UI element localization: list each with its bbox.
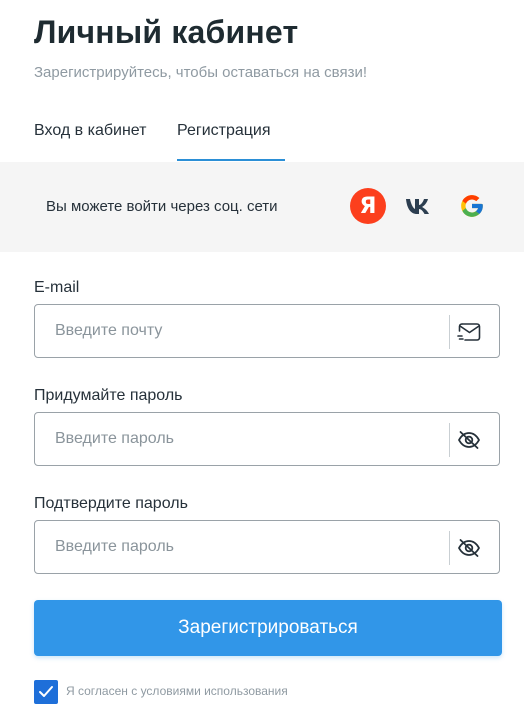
email-label: E-mail	[34, 279, 80, 296]
yandex-login-button[interactable]: Я	[350, 188, 386, 224]
password-label: Придумайте пароль	[34, 387, 183, 404]
mail-icon	[455, 318, 483, 346]
field-divider	[449, 315, 450, 349]
google-login-button[interactable]	[454, 188, 490, 224]
terms-agreement: Я согласен с условиями использования	[34, 680, 494, 704]
page-title: Личный кабинет	[34, 14, 299, 50]
email-input[interactable]	[55, 305, 455, 357]
field-divider	[449, 423, 450, 457]
google-icon	[461, 195, 483, 217]
yandex-icon: Я	[359, 193, 377, 219]
social-login-text: Вы можете войти через соц. сети	[46, 198, 278, 215]
confirm-password-label: Подтвердите пароль	[34, 495, 188, 512]
field-divider	[449, 531, 450, 565]
auth-tabs: Вход в кабинет Регистрация	[34, 120, 494, 162]
password-input[interactable]	[55, 413, 455, 465]
tab-login[interactable]: Вход в кабинет	[34, 122, 146, 160]
active-tab-underline	[177, 159, 285, 161]
confirm-password-field	[34, 520, 500, 574]
eye-off-icon[interactable]	[455, 426, 483, 454]
vk-login-button[interactable]	[402, 188, 438, 224]
password-field	[34, 412, 500, 466]
terms-label: Я согласен с условиями использования	[66, 684, 288, 698]
page-subtitle: Зарегистрируйтесь, чтобы оставаться на с…	[34, 64, 367, 81]
confirm-password-input[interactable]	[55, 521, 455, 573]
eye-off-icon[interactable]	[455, 534, 483, 562]
vk-icon	[406, 199, 429, 214]
email-field	[34, 304, 500, 358]
social-login-panel: Вы можете войти через соц. сети Я	[0, 162, 524, 252]
terms-checkbox[interactable]	[34, 680, 58, 704]
tab-register[interactable]: Регистрация	[177, 122, 285, 160]
checkmark-icon	[39, 686, 53, 697]
register-button[interactable]: Зарегистрироваться	[34, 600, 502, 656]
